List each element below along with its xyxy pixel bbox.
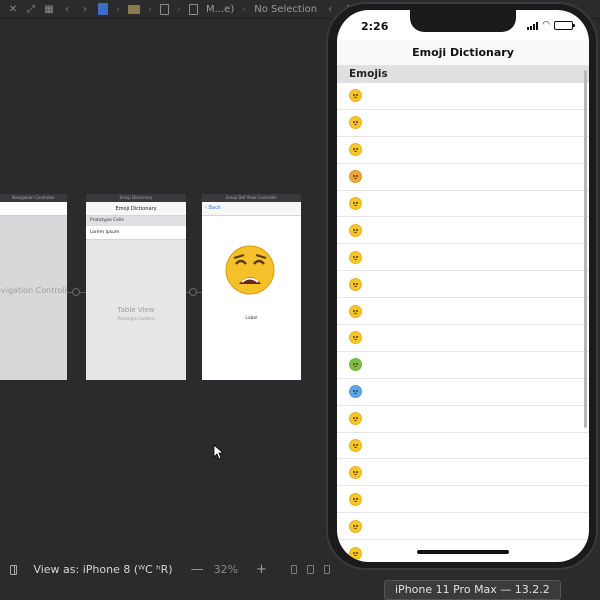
zoom-level: 32% [213, 563, 239, 576]
scene-title: Navigation Controller [0, 194, 67, 202]
align-icon[interactable] [307, 565, 314, 574]
scene-title: Emoji Dictionary [86, 194, 186, 202]
expand-icon[interactable]: ⤢ [26, 2, 36, 16]
table-row[interactable] [337, 217, 589, 245]
expressionless-face-icon [349, 465, 362, 479]
neutral-face-icon [349, 223, 362, 237]
grid-icon[interactable]: ▦ [44, 2, 54, 16]
table-row[interactable] [337, 244, 589, 272]
table-row[interactable] [337, 137, 589, 164]
breadcrumb-separator-icon: › [116, 3, 120, 15]
back-arrow-icon[interactable]: ‹ [325, 2, 335, 16]
status-icons: ◠ [527, 20, 575, 30]
kissing-face-icon [349, 197, 362, 210]
document-outline-icon[interactable] [10, 564, 18, 575]
update-frames-icon[interactable] [290, 565, 298, 574]
scroll-indicator[interactable] [584, 70, 587, 428]
breadcrumb-separator-icon: › [148, 3, 152, 15]
home-indicator[interactable] [417, 550, 509, 554]
tears-of-joy-icon [349, 143, 362, 157]
hushed-face-icon [349, 412, 362, 426]
storyboard-canvas[interactable]: Navigation Controller Navigation Control… [0, 19, 330, 560]
folder-icon[interactable] [128, 4, 140, 14]
nauseated-face-icon [349, 358, 362, 372]
rolling-eyes-icon [349, 519, 362, 533]
zoom-in-button[interactable]: + [256, 562, 267, 577]
pleading-face-icon [349, 546, 362, 560]
wifi-icon: ◠ [542, 20, 550, 30]
kissing-face-icon [349, 439, 362, 453]
scene-nav-title: Emoji Dictionary [86, 202, 186, 216]
table-row[interactable] [337, 164, 589, 191]
detail-label: Label [245, 316, 258, 321]
emoji-table[interactable] [337, 83, 589, 562]
flushed-face-icon [349, 304, 362, 318]
simulator-screen[interactable]: 2:26 ◠ Emoji Dictionary Emojis [337, 10, 589, 562]
forward-arrow-icon[interactable]: › [80, 2, 90, 16]
cellular-signal-icon [527, 21, 539, 30]
shushing-face-icon [349, 331, 362, 345]
table-row[interactable] [337, 459, 589, 487]
segue-icon[interactable] [189, 288, 197, 296]
canvas-bottom-toolbar: View as: iPhone 8 (ᵂC ʰR) — 32% + [0, 560, 330, 579]
breadcrumb-separator-icon: › [177, 3, 181, 15]
storyboard-file-icon[interactable] [160, 3, 169, 15]
breadcrumb-item[interactable]: M...e) [206, 4, 234, 15]
table-row[interactable] [337, 110, 589, 137]
table-row[interactable] [337, 352, 589, 379]
storyboard-base-icon[interactable] [189, 3, 198, 15]
close-icon[interactable]: ✕ [8, 2, 18, 16]
emoji-table-scene[interactable]: Emoji Dictionary Emoji Dictionary Protot… [86, 194, 186, 380]
table-row[interactable] [337, 433, 589, 460]
section-header: Emojis [337, 66, 589, 83]
table-row[interactable] [337, 486, 589, 514]
device-notch [410, 10, 516, 32]
table-row[interactable] [337, 298, 589, 326]
sob-icon [349, 250, 362, 264]
table-view-label: Table View [117, 306, 155, 314]
heart-eyes-icon [349, 170, 362, 184]
grin-sweat-icon [349, 116, 362, 130]
emoji-detail-scene[interactable]: Emoji Def View Controller ‹ Back Label [202, 194, 301, 380]
mouse-cursor-icon [213, 444, 223, 460]
back-button[interactable]: ‹ Back [205, 205, 221, 211]
weary-face-icon [225, 245, 275, 295]
table-row[interactable] [337, 271, 589, 299]
scene-title: Emoji Def View Controller [202, 194, 301, 202]
table-view-sublabel: Prototype Content [117, 316, 155, 321]
scene-placeholder-label: Navigation Controller [0, 286, 67, 295]
prototype-cells-header: Prototype Cells [86, 216, 186, 226]
cold-face-icon [349, 385, 362, 399]
view-as-device-button[interactable]: View as: iPhone 8 (ᵂC ʰR) [33, 563, 172, 576]
segue-icon[interactable] [72, 288, 80, 296]
sleepy-face-icon [349, 492, 362, 506]
breadcrumb-separator-icon: › [242, 3, 247, 15]
thinking-face-icon [349, 277, 362, 291]
scene-nav-bar [0, 202, 67, 216]
table-row[interactable] [337, 379, 589, 406]
table-row[interactable] [337, 406, 589, 433]
back-label: Back [208, 205, 221, 211]
prototype-cell[interactable]: Lorem Ipsum [86, 226, 186, 240]
grinning-face-icon [349, 89, 362, 103]
back-arrow-icon[interactable]: ‹ [62, 2, 72, 16]
add-constraints-icon[interactable] [323, 565, 330, 574]
simulator-tooltip: iPhone 11 Pro Max — 13.2.2 [384, 580, 561, 600]
zoom-out-button[interactable]: — [191, 562, 204, 577]
table-row[interactable] [337, 191, 589, 218]
status-time: 2:26 [361, 20, 389, 33]
table-row[interactable] [337, 513, 589, 541]
breadcrumb-selection[interactable]: No Selection [254, 4, 317, 15]
project-file-icon[interactable] [98, 3, 108, 15]
table-row[interactable] [337, 83, 589, 110]
battery-icon [554, 21, 575, 30]
table-row[interactable] [337, 325, 589, 352]
nav-bar-title: Emoji Dictionary [337, 40, 589, 66]
navigation-controller-scene[interactable]: Navigation Controller Navigation Control… [0, 194, 67, 380]
